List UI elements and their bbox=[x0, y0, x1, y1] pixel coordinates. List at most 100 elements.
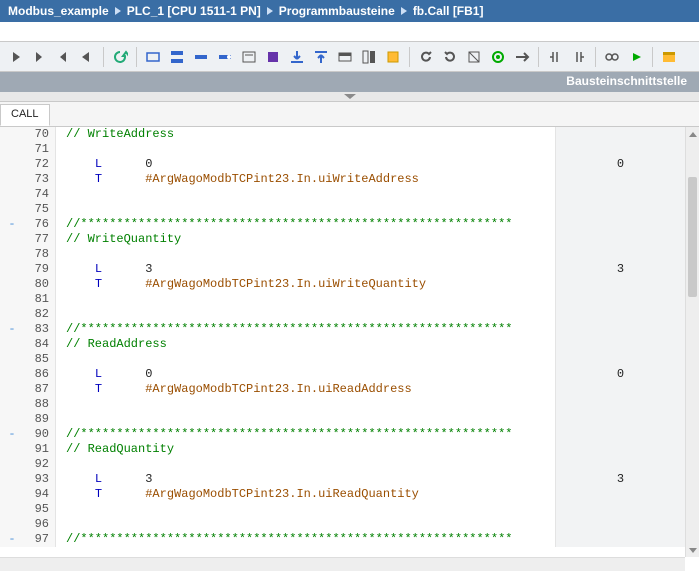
code-text[interactable] bbox=[56, 202, 555, 217]
fold-marker[interactable] bbox=[0, 172, 24, 187]
contact-icon[interactable] bbox=[190, 46, 212, 68]
code-text[interactable] bbox=[56, 397, 555, 412]
code-text[interactable]: //**************************************… bbox=[56, 427, 555, 442]
fold-marker[interactable]: - bbox=[0, 427, 24, 442]
code-text[interactable]: // WriteQuantity bbox=[56, 232, 555, 247]
fold-marker[interactable] bbox=[0, 487, 24, 502]
code-text[interactable]: L 3 bbox=[56, 262, 555, 277]
upload-icon[interactable] bbox=[310, 46, 332, 68]
fold-marker[interactable] bbox=[0, 367, 24, 382]
code-text[interactable]: // WriteAddress bbox=[56, 127, 555, 142]
code-text[interactable]: //**************************************… bbox=[56, 532, 555, 547]
fold-marker[interactable] bbox=[0, 472, 24, 487]
code-line[interactable]: 72 L 00 bbox=[0, 157, 685, 172]
glasses-icon[interactable] bbox=[601, 46, 623, 68]
scroll-up-icon[interactable] bbox=[686, 127, 699, 141]
code-line[interactable]: 85 bbox=[0, 352, 685, 367]
code-text[interactable]: L 0 bbox=[56, 367, 555, 382]
code-line[interactable]: -90//***********************************… bbox=[0, 427, 685, 442]
code-text[interactable]: //**************************************… bbox=[56, 322, 555, 337]
code-text[interactable]: //**************************************… bbox=[56, 217, 555, 232]
goto-icon[interactable] bbox=[511, 46, 533, 68]
code-text[interactable]: T #ArgWagoModbTCPint23.In.uiReadQuantity bbox=[56, 487, 555, 502]
code-line[interactable]: 84// ReadAddress bbox=[0, 337, 685, 352]
fold-marker[interactable] bbox=[0, 292, 24, 307]
view-icon[interactable] bbox=[334, 46, 356, 68]
code-text[interactable] bbox=[56, 247, 555, 262]
vertical-scrollbar[interactable] bbox=[685, 127, 699, 557]
code-line[interactable]: 87 T #ArgWagoModbTCPint23.In.uiReadAddre… bbox=[0, 382, 685, 397]
code-text[interactable]: L 0 bbox=[56, 157, 555, 172]
code-text[interactable] bbox=[56, 187, 555, 202]
code-line[interactable]: 91// ReadQuantity bbox=[0, 442, 685, 457]
code-line[interactable]: 94 T #ArgWagoModbTCPint23.In.uiReadQuant… bbox=[0, 487, 685, 502]
expand-interface-handle[interactable] bbox=[0, 92, 699, 102]
fold-marker[interactable]: - bbox=[0, 217, 24, 232]
fold-marker[interactable] bbox=[0, 157, 24, 172]
code-line[interactable]: 89 bbox=[0, 412, 685, 427]
fold-marker[interactable] bbox=[0, 502, 24, 517]
code-area[interactable]: 70// WriteAddress7172 L 0073 T #ArgWagoM… bbox=[0, 127, 685, 557]
fold-marker[interactable] bbox=[0, 127, 24, 142]
fold-marker[interactable] bbox=[0, 337, 24, 352]
code-line[interactable]: 71 bbox=[0, 142, 685, 157]
code-line[interactable]: 88 bbox=[0, 397, 685, 412]
fold-marker[interactable] bbox=[0, 232, 24, 247]
code-line[interactable]: 73 T #ArgWagoModbTCPint23.In.uiWriteAddr… bbox=[0, 172, 685, 187]
code-line[interactable]: 82 bbox=[0, 307, 685, 322]
fold-marker[interactable] bbox=[0, 247, 24, 262]
fold-marker[interactable] bbox=[0, 412, 24, 427]
compile-icon[interactable] bbox=[463, 46, 485, 68]
code-text[interactable]: T #ArgWagoModbTCPint23.In.uiWriteAddress bbox=[56, 172, 555, 187]
code-text[interactable]: // ReadQuantity bbox=[56, 442, 555, 457]
fold-marker[interactable]: - bbox=[0, 322, 24, 337]
scroll-down-icon[interactable] bbox=[686, 543, 699, 557]
indent-right-icon[interactable] bbox=[568, 46, 590, 68]
code-line[interactable]: 93 L 33 bbox=[0, 472, 685, 487]
code-line[interactable]: 80 T #ArgWagoModbTCPint23.In.uiWriteQuan… bbox=[0, 277, 685, 292]
fold-marker[interactable] bbox=[0, 457, 24, 472]
code-line[interactable]: 74 bbox=[0, 187, 685, 202]
code-text[interactable]: T #ArgWagoModbTCPint23.In.uiWriteQuantit… bbox=[56, 277, 555, 292]
code-line[interactable]: 79 L 33 bbox=[0, 262, 685, 277]
code-line[interactable]: 77// WriteQuantity bbox=[0, 232, 685, 247]
code-line[interactable]: 95 bbox=[0, 502, 685, 517]
code-line[interactable]: -97//***********************************… bbox=[0, 532, 685, 547]
code-line[interactable]: 78 bbox=[0, 247, 685, 262]
redo-icon[interactable] bbox=[439, 46, 461, 68]
tab-call[interactable]: CALL bbox=[0, 104, 50, 126]
box-toggle-icon[interactable] bbox=[358, 46, 380, 68]
code-text[interactable] bbox=[56, 412, 555, 427]
play-online-icon[interactable] bbox=[625, 46, 647, 68]
favorites-icon[interactable] bbox=[658, 46, 680, 68]
network-icon[interactable] bbox=[142, 46, 164, 68]
refresh-icon[interactable] bbox=[109, 46, 131, 68]
code-text[interactable] bbox=[56, 307, 555, 322]
fold-marker[interactable] bbox=[0, 397, 24, 412]
code-text[interactable] bbox=[56, 457, 555, 472]
fold-marker[interactable] bbox=[0, 352, 24, 367]
code-line[interactable]: -76//***********************************… bbox=[0, 217, 685, 232]
breadcrumb-item[interactable]: PLC_1 [CPU 1511-1 PN] bbox=[127, 4, 261, 18]
code-line[interactable]: 70// WriteAddress bbox=[0, 127, 685, 142]
nav-prev-icon[interactable] bbox=[28, 46, 50, 68]
breadcrumb-item[interactable]: Programmbausteine bbox=[279, 4, 395, 18]
nav-last-icon[interactable] bbox=[76, 46, 98, 68]
fold-marker[interactable] bbox=[0, 382, 24, 397]
code-line[interactable]: 92 bbox=[0, 457, 685, 472]
horizontal-scrollbar[interactable] bbox=[0, 557, 685, 571]
code-text[interactable] bbox=[56, 292, 555, 307]
fold-marker[interactable] bbox=[0, 277, 24, 292]
code-text[interactable] bbox=[56, 502, 555, 517]
fold-marker[interactable] bbox=[0, 442, 24, 457]
breadcrumb-item[interactable]: fb.Call [FB1] bbox=[413, 4, 484, 18]
rung-icon[interactable] bbox=[166, 46, 188, 68]
fold-marker[interactable] bbox=[0, 202, 24, 217]
code-text[interactable]: // ReadAddress bbox=[56, 337, 555, 352]
code-text[interactable]: T #ArgWagoModbTCPint23.In.uiReadAddress bbox=[56, 382, 555, 397]
indent-left-icon[interactable] bbox=[544, 46, 566, 68]
code-text[interactable] bbox=[56, 517, 555, 532]
nav-first-icon[interactable] bbox=[4, 46, 26, 68]
coil-icon[interactable] bbox=[214, 46, 236, 68]
comment-box-icon[interactable] bbox=[238, 46, 260, 68]
